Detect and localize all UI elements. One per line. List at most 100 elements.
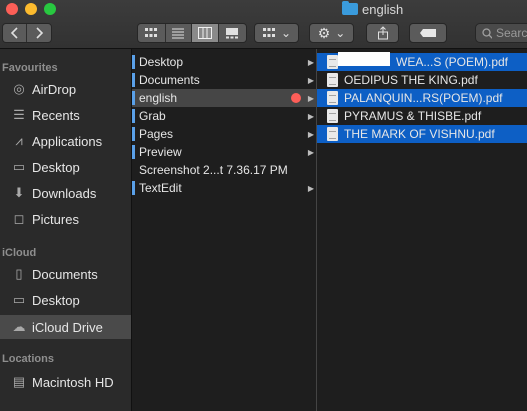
list-item-label: WEA...S (POEM).pdf	[396, 55, 509, 69]
folder-icon	[132, 127, 135, 141]
sidebar-item-label: Documents	[32, 266, 98, 282]
pdf-file-icon	[327, 73, 338, 87]
sidebar-item-recents[interactable]: ☰ Recents	[0, 103, 131, 127]
list-item-label: TextEdit	[139, 181, 182, 195]
chevron-right-icon	[36, 27, 44, 39]
gallery-view-button[interactable]	[218, 24, 246, 42]
sidebar-item-desktop[interactable]: ▭ Desktop	[0, 155, 131, 179]
disclosure-arrow-icon: ▶	[307, 57, 314, 67]
edit-tags-button[interactable]	[409, 23, 447, 43]
list-item[interactable]: THE MARK OF VISHNU.pdf	[317, 125, 527, 143]
view-mode-control	[137, 23, 247, 43]
desktop-icon: ▭	[12, 292, 26, 307]
browser-column-2: WEA...S (POEM).pdf OEDIPUS THE KING.pdf …	[316, 49, 527, 411]
red-tag-dot	[291, 93, 301, 103]
sidebar: Favourites ◎ AirDrop ☰ Recents ⩘ Applica…	[0, 49, 131, 411]
disclosure-arrow-icon: ▶	[307, 75, 314, 85]
list-item-label: Pages	[139, 127, 174, 141]
search-placeholder: Search	[495, 26, 527, 40]
desktop-icon: ▭	[12, 159, 26, 174]
sidebar-item-label: Pictures	[32, 211, 79, 227]
list-item[interactable]: Screenshot 2...t 7.36.17 PM	[132, 161, 317, 179]
recents-icon: ☰	[13, 107, 25, 122]
search-field[interactable]: Search	[475, 23, 527, 43]
group-by-button[interactable]: ⌄	[254, 23, 299, 43]
toolbar: english ⌄ ⚙ ⌄ Searc	[0, 0, 527, 49]
back-button[interactable]	[3, 24, 28, 42]
list-item-label: OEDIPUS THE KING.pdf	[344, 73, 478, 87]
hard-drive-icon: ▤	[12, 374, 26, 389]
disclosure-arrow-icon: ▶	[307, 147, 314, 157]
disclosure-arrow-icon: ▶	[307, 111, 314, 121]
redaction-patch	[338, 52, 390, 66]
list-item[interactable]: TextEdit ▶	[132, 179, 317, 197]
folder-icon	[132, 145, 135, 159]
column-view-icon	[197, 27, 212, 39]
pictures-icon: ◻	[13, 211, 25, 226]
list-item-label: Preview	[139, 145, 182, 159]
chevron-left-icon	[10, 27, 18, 39]
list-item-label: THE MARK OF VISHNU.pdf	[344, 127, 495, 141]
locations-heading: Locations	[2, 353, 54, 365]
gallery-view-icon	[226, 28, 239, 39]
folder-icon	[132, 181, 135, 195]
list-item-label: Documents	[139, 73, 200, 87]
sidebar-item-applications[interactable]: ⩘ Applications	[0, 129, 131, 153]
zoom-window-button[interactable]	[44, 3, 56, 15]
list-item[interactable]: PYRAMUS & THISBE.pdf	[317, 107, 527, 125]
list-item-label: Grab	[139, 109, 166, 123]
sidebar-item-macintosh-hd[interactable]: ▤ Macintosh HD	[0, 370, 131, 394]
sidebar-item-pictures[interactable]: ◻ Pictures	[0, 207, 131, 231]
list-item[interactable]: Desktop ▶	[132, 53, 317, 71]
list-item[interactable]: OEDIPUS THE KING.pdf	[317, 71, 527, 89]
disclosure-arrow-icon: ▶	[307, 93, 314, 103]
share-button[interactable]	[366, 23, 399, 43]
folder-icon	[342, 1, 358, 15]
navigation-buttons	[2, 23, 52, 43]
tag-icon	[420, 29, 436, 37]
sidebar-item-label: Desktop	[32, 292, 80, 308]
icon-view-button[interactable]	[138, 24, 166, 42]
sidebar-item-label: Recents	[32, 107, 80, 123]
column-view-button[interactable]	[192, 24, 219, 42]
downloads-icon: ⬇	[13, 185, 25, 200]
window-title: english	[342, 1, 403, 17]
pdf-file-icon	[327, 127, 338, 141]
group-icon	[262, 28, 275, 37]
list-item-label: PYRAMUS & THISBE.pdf	[344, 109, 482, 123]
list-item-label: english	[139, 91, 178, 105]
sidebar-item-label: AirDrop	[32, 81, 77, 97]
pdf-file-icon	[327, 55, 338, 69]
sidebar-item-icloud-drive[interactable]: ☁ iCloud Drive	[0, 315, 131, 339]
list-view-icon	[172, 28, 185, 39]
sidebar-item-icloud-documents[interactable]: ▯ Documents	[0, 262, 131, 286]
list-item[interactable]: Grab ▶	[132, 107, 317, 125]
sidebar-item-icloud-desktop[interactable]: ▭ Desktop	[0, 288, 131, 312]
forward-button[interactable]	[27, 24, 51, 42]
sidebar-item-label: Macintosh HD	[32, 374, 114, 390]
list-item[interactable]: Preview ▶	[132, 143, 317, 161]
disclosure-arrow-icon: ▶	[307, 129, 314, 139]
close-window-button[interactable]	[6, 3, 18, 15]
window-title-text: english	[362, 1, 404, 17]
favourites-heading: Favourites	[2, 62, 58, 74]
pdf-file-icon	[327, 109, 338, 123]
list-item[interactable]: english ▶	[132, 89, 317, 107]
list-item-label: Screenshot 2...t 7.36.17 PM	[139, 163, 288, 177]
sidebar-item-downloads[interactable]: ⬇ Downloads	[0, 181, 131, 205]
list-item[interactable]: PALANQUIN...RS(POEM).pdf	[317, 89, 527, 107]
list-item-label: Desktop	[139, 55, 184, 69]
list-view-button[interactable]	[165, 24, 193, 42]
share-icon	[377, 26, 388, 40]
applications-icon: ⩘	[15, 133, 23, 148]
list-item[interactable]: Documents ▶	[132, 71, 317, 89]
sidebar-item-airdrop[interactable]: ◎ AirDrop	[0, 77, 131, 101]
airdrop-icon: ◎	[13, 81, 25, 96]
sidebar-item-label: Downloads	[32, 185, 97, 201]
list-item[interactable]: Pages ▶	[132, 125, 317, 143]
documents-icon: ▯	[15, 266, 23, 281]
search-icon	[482, 27, 492, 39]
minimize-window-button[interactable]	[25, 3, 37, 15]
action-menu-button[interactable]: ⚙ ⌄	[309, 23, 354, 43]
list-item-label: PALANQUIN...RS(POEM).pdf	[344, 91, 503, 105]
